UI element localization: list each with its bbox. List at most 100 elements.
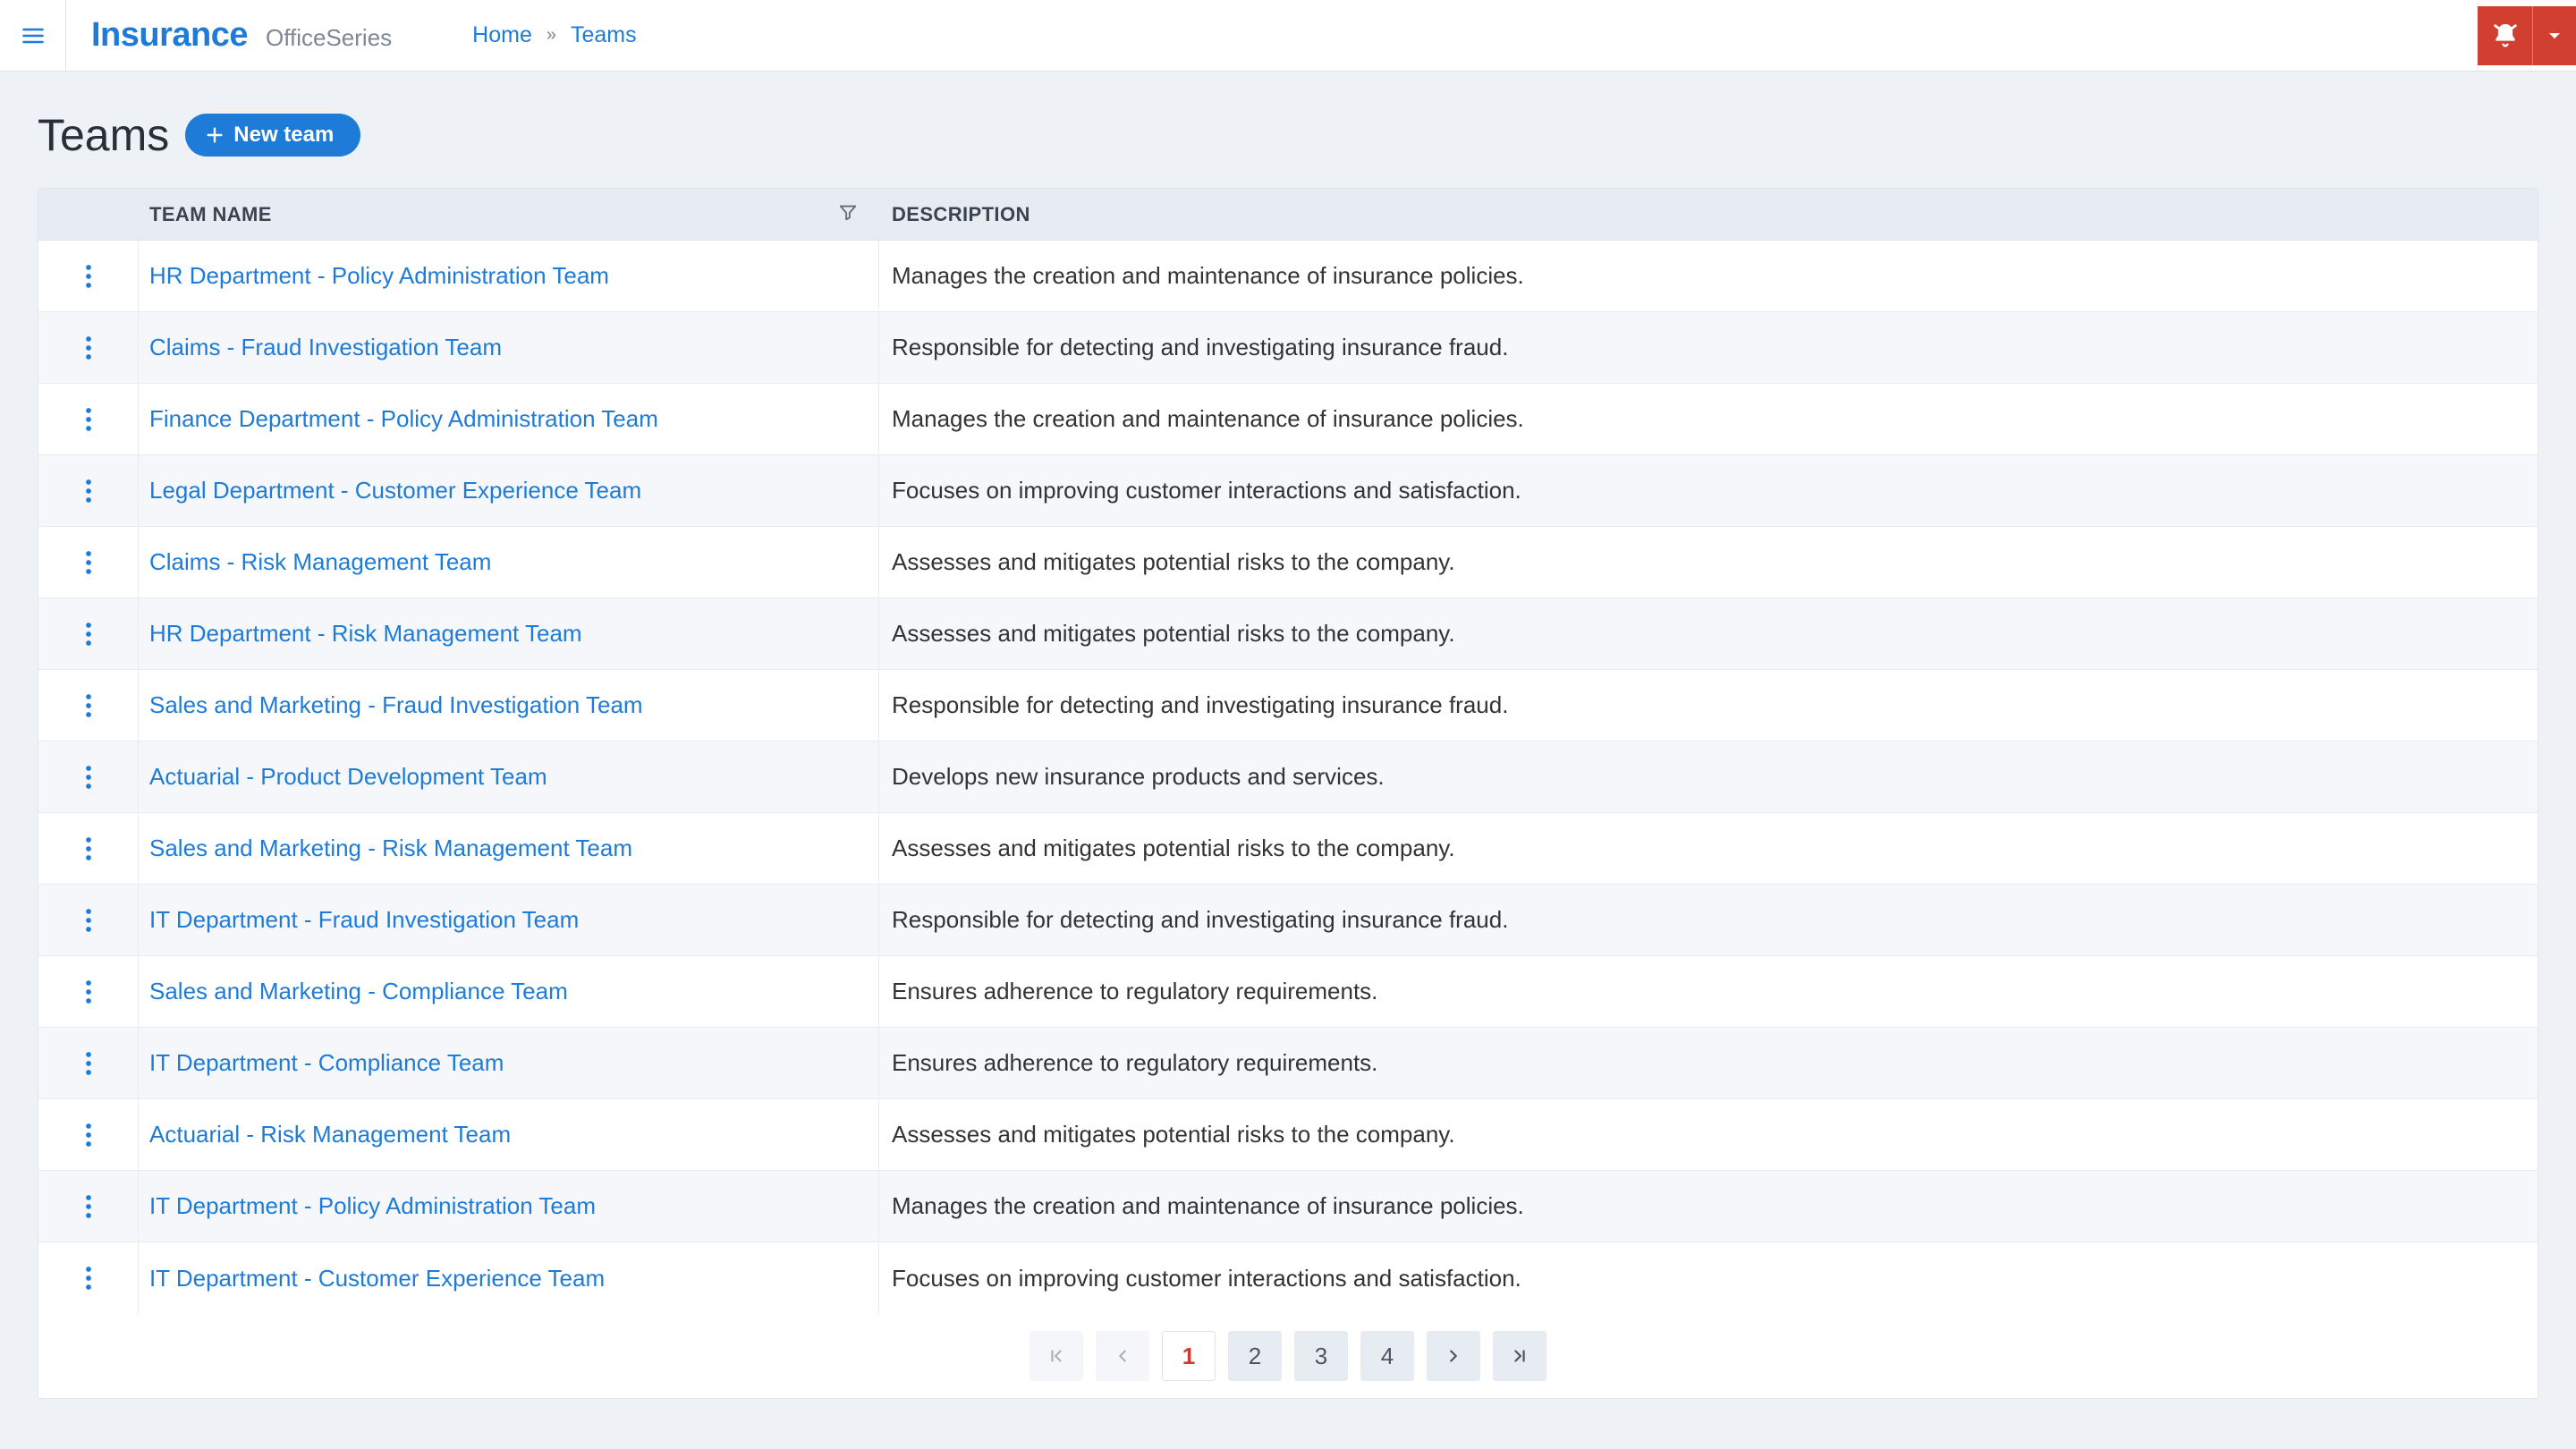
col-name-header[interactable]: TEAM NAME — [139, 202, 879, 227]
team-name-link[interactable]: HR Department - Risk Management Team — [139, 598, 879, 669]
team-name-link[interactable]: Claims - Risk Management Team — [139, 527, 879, 597]
pager-next-button[interactable] — [1427, 1331, 1480, 1381]
more-vertical-icon — [85, 621, 92, 648]
breadcrumb-current[interactable]: Teams — [571, 22, 637, 48]
row-actions-button[interactable] — [38, 455, 139, 526]
team-name-link[interactable]: Finance Department - Policy Administrati… — [139, 384, 879, 454]
pager-page-1[interactable]: 1 — [1162, 1331, 1216, 1381]
more-vertical-icon — [85, 907, 92, 934]
pager-page-4[interactable]: 4 — [1360, 1331, 1414, 1381]
team-name-link[interactable]: Sales and Marketing - Risk Management Te… — [139, 813, 879, 884]
row-actions-button[interactable] — [38, 956, 139, 1027]
table-row: Sales and Marketing - Fraud Investigatio… — [38, 670, 2538, 741]
bell-alert-icon — [2492, 22, 2519, 49]
teams-table: TEAM NAME DESCRIPTION HR Department - Po… — [38, 188, 2538, 1399]
table-row: Sales and Marketing - Compliance TeamEns… — [38, 956, 2538, 1028]
team-name-link[interactable]: Sales and Marketing - Compliance Team — [139, 956, 879, 1027]
team-description: Manages the creation and maintenance of … — [879, 1192, 2538, 1220]
brand-name: Insurance — [91, 16, 248, 55]
more-vertical-icon — [85, 406, 92, 433]
table-row: IT Department - Fraud Investigation Team… — [38, 885, 2538, 956]
team-description: Responsible for detecting and investigat… — [879, 334, 2538, 361]
row-actions-button[interactable] — [38, 1242, 139, 1314]
more-vertical-icon — [85, 1050, 92, 1077]
topbar-right — [2478, 6, 2576, 65]
row-actions-button[interactable] — [38, 670, 139, 741]
row-actions-button[interactable] — [38, 598, 139, 669]
page: Teams New team TEAM NAME DESCRIPTION — [0, 72, 2576, 1399]
table-header: TEAM NAME DESCRIPTION — [38, 189, 2538, 241]
more-vertical-icon — [85, 1122, 92, 1148]
team-description: Assesses and mitigates potential risks t… — [879, 548, 2538, 576]
pager-first-button — [1030, 1331, 1083, 1381]
table-row: IT Department - Compliance TeamEnsures a… — [38, 1028, 2538, 1099]
more-vertical-icon — [85, 549, 92, 576]
team-description: Responsible for detecting and investigat… — [879, 691, 2538, 719]
breadcrumb-sep: » — [547, 25, 556, 46]
caret-down-icon — [2546, 27, 2563, 45]
more-vertical-icon — [85, 835, 92, 862]
table-row: Sales and Marketing - Risk Management Te… — [38, 813, 2538, 885]
pager-prev-button — [1096, 1331, 1149, 1381]
team-name-link[interactable]: Actuarial - Risk Management Team — [139, 1099, 879, 1170]
table-row: HR Department - Policy Administration Te… — [38, 241, 2538, 312]
team-description: Manages the creation and maintenance of … — [879, 405, 2538, 433]
row-actions-button[interactable] — [38, 384, 139, 454]
row-actions-button[interactable] — [38, 741, 139, 812]
table-row: Claims - Risk Management TeamAssesses an… — [38, 527, 2538, 598]
team-name-link[interactable]: Actuarial - Product Development Team — [139, 741, 879, 812]
table-row: Actuarial - Risk Management TeamAssesses… — [38, 1099, 2538, 1171]
more-vertical-icon — [85, 478, 92, 504]
user-menu-button[interactable] — [2533, 6, 2576, 65]
chevron-right-icon — [1444, 1346, 1463, 1366]
table-row: IT Department - Policy Administration Te… — [38, 1171, 2538, 1242]
row-actions-button[interactable] — [38, 527, 139, 597]
filter-icon — [838, 202, 858, 222]
table-body: HR Department - Policy Administration Te… — [38, 241, 2538, 1314]
team-description: Ensures adherence to regulatory requirem… — [879, 1049, 2538, 1077]
notifications-button[interactable] — [2478, 6, 2533, 65]
team-description: Assesses and mitigates potential risks t… — [879, 620, 2538, 648]
row-actions-button[interactable] — [38, 885, 139, 955]
col-desc-header[interactable]: DESCRIPTION — [879, 203, 2538, 226]
team-name-link[interactable]: Claims - Fraud Investigation Team — [139, 312, 879, 383]
breadcrumb: Home » Teams — [472, 22, 636, 48]
col-desc-header-label: DESCRIPTION — [892, 203, 1030, 225]
team-description: Manages the creation and maintenance of … — [879, 262, 2538, 290]
team-name-link[interactable]: Legal Department - Customer Experience T… — [139, 455, 879, 526]
filter-button[interactable] — [838, 202, 858, 227]
row-actions-button[interactable] — [38, 312, 139, 383]
team-name-link[interactable]: HR Department - Policy Administration Te… — [139, 241, 879, 311]
pager-page-3[interactable]: 3 — [1294, 1331, 1348, 1381]
topbar: Insurance OfficeSeries Home » Teams — [0, 0, 2576, 72]
pager: 1234 — [38, 1314, 2538, 1398]
hamburger-menu-button[interactable] — [0, 0, 66, 72]
more-vertical-icon — [85, 335, 92, 361]
team-name-link[interactable]: IT Department - Customer Experience Team — [139, 1242, 879, 1314]
chevron-left-icon — [1113, 1346, 1132, 1366]
row-actions-button[interactable] — [38, 813, 139, 884]
table-row: Legal Department - Customer Experience T… — [38, 455, 2538, 527]
team-name-link[interactable]: IT Department - Policy Administration Te… — [139, 1171, 879, 1241]
row-actions-button[interactable] — [38, 1028, 139, 1098]
pager-last-button[interactable] — [1493, 1331, 1546, 1381]
table-row: IT Department - Customer Experience Team… — [38, 1242, 2538, 1314]
breadcrumb-home[interactable]: Home — [472, 22, 532, 48]
team-name-link[interactable]: Sales and Marketing - Fraud Investigatio… — [139, 670, 879, 741]
pager-page-2[interactable]: 2 — [1228, 1331, 1282, 1381]
team-name-link[interactable]: IT Department - Compliance Team — [139, 1028, 879, 1098]
team-name-link[interactable]: IT Department - Fraud Investigation Team — [139, 885, 879, 955]
more-vertical-icon — [85, 692, 92, 719]
table-row: Finance Department - Policy Administrati… — [38, 384, 2538, 455]
more-vertical-icon — [85, 1193, 92, 1220]
new-team-button[interactable]: New team — [185, 114, 360, 157]
row-actions-button[interactable] — [38, 241, 139, 311]
team-description: Focuses on improving customer interactio… — [879, 477, 2538, 504]
team-description: Responsible for detecting and investigat… — [879, 906, 2538, 934]
row-actions-button[interactable] — [38, 1171, 139, 1241]
team-description: Focuses on improving customer interactio… — [879, 1265, 2538, 1292]
page-head: Teams New team — [38, 109, 2538, 161]
plus-icon — [205, 125, 225, 145]
page-last-icon — [1510, 1346, 1530, 1366]
row-actions-button[interactable] — [38, 1099, 139, 1170]
